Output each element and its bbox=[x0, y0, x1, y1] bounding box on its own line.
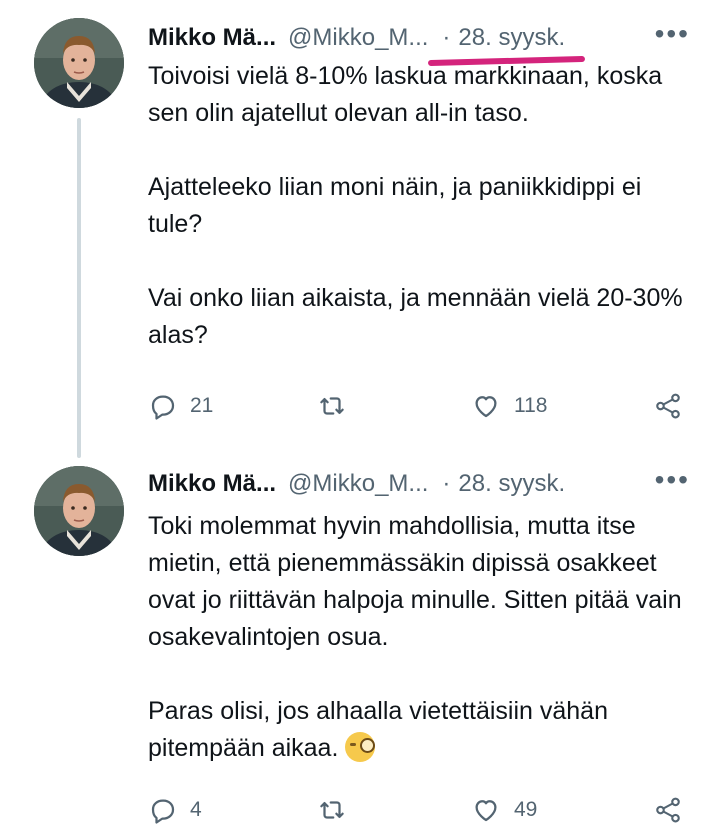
reply-icon bbox=[151, 799, 175, 824]
separator-dot: · bbox=[442, 470, 451, 497]
like-icon bbox=[475, 800, 497, 822]
tweet-header: Mikko Mä... @Mikko_M... · 28. syysk. ••• bbox=[148, 18, 696, 67]
avatar[interactable] bbox=[34, 18, 124, 108]
more-icon[interactable]: ••• bbox=[655, 20, 690, 48]
reply-button[interactable]: 4 bbox=[148, 790, 202, 830]
tweet-header: Mikko Mä... @Mikko_M... · 28. syysk. ••• bbox=[148, 464, 696, 504]
retweet-icon bbox=[320, 801, 344, 819]
like-count: 118 bbox=[514, 394, 548, 417]
more-icon[interactable]: ••• bbox=[655, 466, 690, 494]
tweet[interactable]: Mikko Mä... @Mikko_M... · 28. syysk. •••… bbox=[0, 450, 720, 840]
tweet[interactable]: Mikko Mä... @Mikko_M... · 28. syysk. •••… bbox=[0, 0, 720, 450]
share-button[interactable] bbox=[653, 386, 683, 426]
separator-dot: · bbox=[442, 24, 451, 51]
tweet-date[interactable]: 28. syysk. bbox=[428, 24, 586, 67]
avatar[interactable] bbox=[34, 466, 124, 556]
like-icon bbox=[475, 396, 497, 418]
author-handle[interactable]: @Mikko_M... bbox=[288, 24, 428, 52]
monocle-face-emoji-icon bbox=[345, 732, 376, 762]
tweet-text: Toki molemmat hyvin mahdollisia, mutta i… bbox=[148, 508, 692, 767]
like-count: 49 bbox=[514, 798, 538, 821]
tweet-actions: 4 49 bbox=[148, 790, 693, 830]
tweet-text-body: Toki molemmat hyvin mahdollisia, mutta i… bbox=[148, 512, 682, 762]
retweet-button[interactable] bbox=[316, 386, 360, 426]
author-name[interactable]: Mikko Mä... bbox=[148, 470, 276, 498]
author-name[interactable]: Mikko Mä... bbox=[148, 24, 276, 52]
like-button[interactable]: 49 bbox=[470, 790, 537, 830]
like-button[interactable]: 118 bbox=[470, 386, 547, 426]
share-button[interactable] bbox=[653, 790, 683, 830]
reply-count: 4 bbox=[190, 798, 202, 821]
share-icon bbox=[656, 393, 680, 419]
tweet-text: Toivoisi vielä 8-10% laskua markkinaan, … bbox=[148, 62, 683, 349]
retweet-button[interactable] bbox=[316, 790, 360, 830]
tweet-actions: 21 118 bbox=[148, 386, 693, 426]
reply-button[interactable]: 21 bbox=[148, 386, 213, 426]
reply-icon bbox=[151, 395, 175, 420]
tweet-date[interactable]: 28. syysk. bbox=[458, 470, 565, 498]
share-icon bbox=[656, 797, 680, 823]
retweet-icon bbox=[320, 397, 344, 415]
reply-count: 21 bbox=[190, 394, 214, 417]
author-handle[interactable]: @Mikko_M... bbox=[288, 470, 428, 498]
